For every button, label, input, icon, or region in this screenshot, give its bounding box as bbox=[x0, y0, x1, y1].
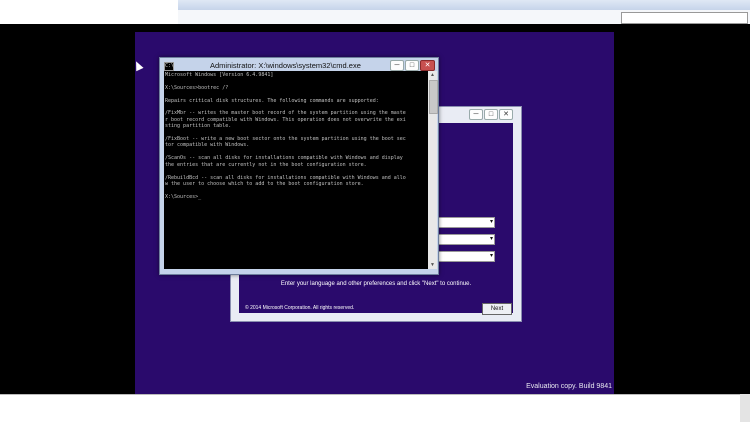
cmd-output-text: Microsoft Windows [Version 6.4.9841] X:\… bbox=[165, 72, 406, 200]
bottom-scrollbar[interactable] bbox=[740, 394, 750, 422]
console-icon: C:\ bbox=[164, 62, 175, 71]
cmd-scrollbar[interactable]: ▲ ▼ bbox=[428, 71, 438, 269]
next-button[interactable]: Next bbox=[482, 303, 512, 315]
chevron-down-icon: ▾ bbox=[489, 253, 493, 259]
cmd-console[interactable]: Microsoft Windows [Version 6.4.9841] X:\… bbox=[164, 71, 428, 269]
copyright-text: © 2014 Microsoft Corporation. All rights… bbox=[245, 305, 355, 311]
cmd-maximize-button[interactable]: □ bbox=[405, 60, 419, 71]
chevron-down-icon: ▾ bbox=[489, 236, 493, 242]
cmd-window-title: Administrator: X:\windows\system32\cmd.e… bbox=[210, 61, 361, 70]
setup-close-button[interactable]: ✕ bbox=[499, 109, 513, 120]
evaluation-watermark: Evaluation copy. Build 9841 bbox=[526, 383, 612, 390]
cmd-minimize-button[interactable]: ─ bbox=[390, 60, 404, 71]
cmd-close-button[interactable]: ✕ bbox=[420, 60, 435, 71]
cmd-window: C:\ Administrator: X:\windows\system32\c… bbox=[159, 57, 439, 275]
chevron-down-icon: ▾ bbox=[489, 219, 493, 225]
top-search-input[interactable] bbox=[621, 12, 748, 24]
scroll-up-icon[interactable]: ▲ bbox=[428, 71, 437, 79]
scroll-thumb[interactable] bbox=[429, 80, 438, 114]
bottom-panel bbox=[0, 394, 750, 423]
setup-minimize-button[interactable]: ─ bbox=[469, 109, 483, 120]
scroll-down-icon[interactable]: ▼ bbox=[428, 261, 437, 269]
top-white-panel bbox=[0, 0, 178, 24]
top-title-strip bbox=[178, 0, 750, 10]
setup-hint-text: Enter your language and other preference… bbox=[280, 281, 472, 287]
setup-maximize-button[interactable]: □ bbox=[484, 109, 498, 120]
